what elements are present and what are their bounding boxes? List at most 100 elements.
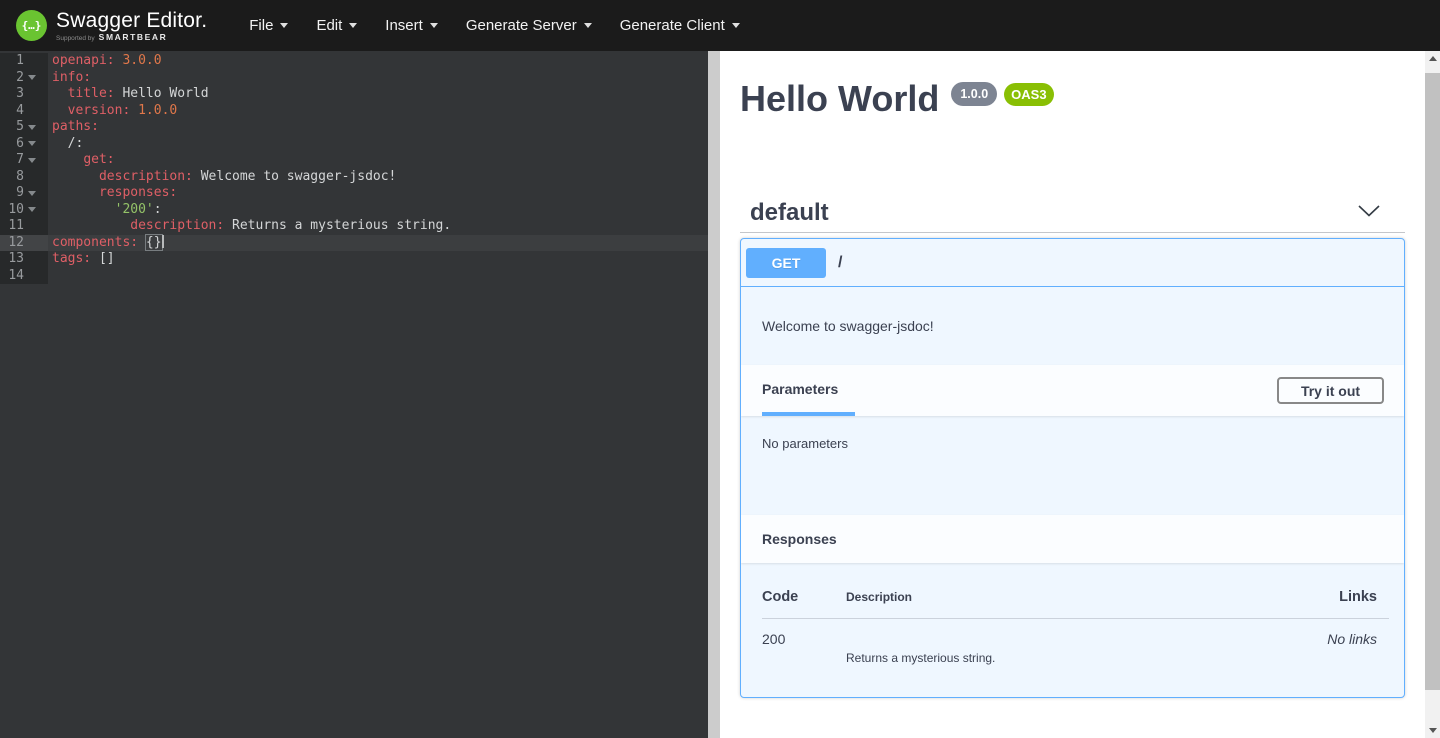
editor-gutter-cell[interactable]: 2: [0, 70, 48, 87]
code-editor[interactable]: 1 openapi: 3.0.0 2 info: 3 title: Hello …: [0, 51, 708, 738]
editor-gutter-cell[interactable]: 7: [0, 152, 48, 169]
swagger-editor-app: {…} Swagger Editor. Supported by SMARTBE…: [0, 0, 1440, 738]
editor-line-text: version: 1.0.0: [48, 103, 708, 120]
editor-gutter-cell[interactable]: 5: [0, 119, 48, 136]
editor-gutter-cell[interactable]: 3: [0, 86, 48, 103]
editor-gutter-cell[interactable]: 10: [0, 202, 48, 219]
line-number: 4: [16, 103, 24, 120]
editor-line-text: [48, 268, 708, 285]
tag-divider: [740, 232, 1405, 233]
scrollbar-down-arrow[interactable]: [1425, 723, 1440, 738]
editor-line[interactable]: 10 '200':: [0, 202, 708, 219]
code-token-plain: []: [91, 251, 114, 266]
code-token-key: components:: [52, 235, 138, 250]
editor-line[interactable]: 5 paths:: [0, 119, 708, 136]
fold-arrow-icon[interactable]: [28, 207, 36, 212]
editor-line[interactable]: 14: [0, 268, 708, 285]
swagger-logo-icon: {…}: [16, 10, 47, 41]
menu-item[interactable]: Generate Server: [466, 17, 592, 34]
triangle-up-icon: [1429, 56, 1437, 61]
response-row: 200 Returns a mysterious string. No link…: [762, 619, 1389, 665]
try-it-out-button[interactable]: Try it out: [1277, 377, 1384, 404]
editor-gutter-cell[interactable]: 14: [0, 268, 48, 285]
menu-item[interactable]: File: [249, 17, 288, 34]
chevron-down-icon[interactable]: [1358, 204, 1380, 222]
fold-arrow-icon[interactable]: [28, 75, 36, 80]
editor-line[interactable]: 11 description: Returns a mysterious str…: [0, 218, 708, 235]
editor-gutter-cell[interactable]: 12: [0, 235, 48, 252]
code-token-plain: [52, 152, 83, 167]
editor-gutter-cell[interactable]: 6: [0, 136, 48, 153]
line-number: 10: [8, 202, 24, 219]
app-title: Swagger Editor.: [56, 10, 207, 32]
code-token-num: 3.0.0: [122, 53, 161, 68]
menu-item-label: Generate Server: [466, 17, 577, 34]
code-token-plain: Hello World: [115, 86, 209, 101]
code-token-plain: Returns a mysterious string.: [224, 218, 451, 233]
editor-gutter-cell[interactable]: 8: [0, 169, 48, 186]
tag-section-header[interactable]: default: [740, 193, 1405, 233]
pane-splitter[interactable]: [708, 51, 720, 738]
response-links: No links: [1279, 619, 1389, 647]
editor-line[interactable]: 7 get:: [0, 152, 708, 169]
editor-line[interactable]: 2 info:: [0, 70, 708, 87]
editor-line-text: tags: []: [48, 251, 708, 268]
triangle-down-icon: [1429, 728, 1437, 733]
tab-parameters[interactable]: Parameters: [762, 365, 855, 416]
editor-line[interactable]: 4 version: 1.0.0: [0, 103, 708, 120]
editor-line[interactable]: 1 openapi: 3.0.0: [0, 53, 708, 70]
line-number: 13: [8, 251, 24, 268]
editor-line-text: components: {}: [48, 235, 708, 252]
response-description: Returns a mysterious string.: [846, 619, 1279, 665]
preview-scrollbar[interactable]: [1425, 51, 1440, 738]
smartbear-label: SMARTBEAR: [99, 32, 168, 42]
editor-line-text: '200':: [48, 202, 708, 219]
fold-arrow-icon[interactable]: [28, 141, 36, 146]
editor-gutter-cell[interactable]: 1: [0, 53, 48, 70]
code-token-plain: [130, 103, 138, 118]
responses-section-header: Responses: [741, 515, 1404, 563]
brand-block: Swagger Editor. Supported by SMARTBEAR: [56, 10, 207, 42]
menu-item[interactable]: Edit: [316, 17, 357, 34]
caret-down-icon: [732, 23, 740, 28]
editor-line[interactable]: 13 tags: []: [0, 251, 708, 268]
menu-item[interactable]: Generate Client: [620, 17, 740, 34]
editor-gutter-cell[interactable]: 4: [0, 103, 48, 120]
editor-line-text: responses:: [48, 185, 708, 202]
caret-down-icon: [280, 23, 288, 28]
editor-line[interactable]: 12 components: {}: [0, 235, 708, 252]
oas3-badge: OAS3: [1004, 83, 1053, 106]
version-badge: 1.0.0: [951, 82, 997, 106]
code-token-plain: [52, 86, 68, 101]
editor-line[interactable]: 8 description: Welcome to swagger-jsdoc!: [0, 169, 708, 186]
fold-arrow-icon[interactable]: [28, 191, 36, 196]
code-token-key: version:: [68, 103, 131, 118]
operation-description-text: Welcome to swagger-jsdoc!: [762, 318, 934, 334]
logo-braces-glyph: {…}: [22, 19, 42, 32]
tag-name: default: [740, 199, 829, 227]
http-method-badge: GET: [746, 248, 826, 278]
no-parameters-message: No parameters: [762, 436, 848, 451]
menu-item[interactable]: Insert: [385, 17, 438, 34]
api-info-header: Hello World 1.0.0 OAS3: [740, 77, 1054, 121]
editor-gutter-cell[interactable]: 13: [0, 251, 48, 268]
responses-table-rows: 200 Returns a mysterious string. No link…: [762, 619, 1389, 665]
editor-gutter-cell[interactable]: 9: [0, 185, 48, 202]
editor-line-text: info:: [48, 70, 708, 87]
menu-item-label: Edit: [316, 17, 342, 34]
editor-line-text: title: Hello World: [48, 86, 708, 103]
editor-line[interactable]: 9 responses:: [0, 185, 708, 202]
editor-gutter-cell[interactable]: 11: [0, 218, 48, 235]
scrollbar-up-arrow[interactable]: [1425, 51, 1440, 66]
fold-arrow-icon[interactable]: [28, 125, 36, 130]
scrollbar-thumb[interactable]: [1425, 73, 1440, 690]
code-token-plain: [52, 103, 68, 118]
editor-line-text: get:: [48, 152, 708, 169]
operation-path: /: [838, 254, 842, 272]
caret-down-icon: [430, 23, 438, 28]
editor-line[interactable]: 3 title: Hello World: [0, 86, 708, 103]
operation-summary[interactable]: GET /: [741, 239, 1404, 287]
editor-line-text: description: Returns a mysterious string…: [48, 218, 708, 235]
fold-arrow-icon[interactable]: [28, 158, 36, 163]
editor-line[interactable]: 6 /:: [0, 136, 708, 153]
